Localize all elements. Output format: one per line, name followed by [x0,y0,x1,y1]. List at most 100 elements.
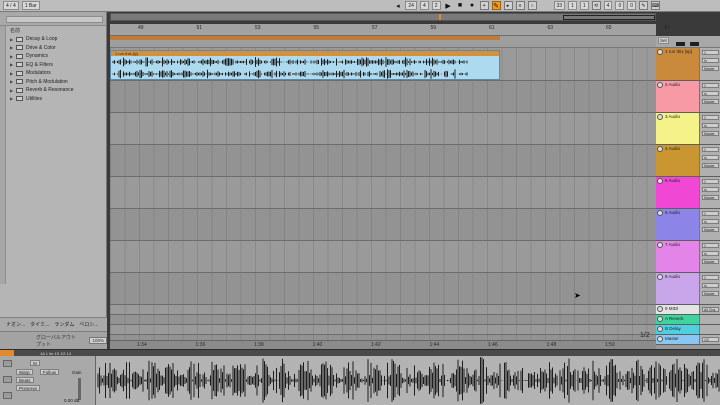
browser-column-header[interactable]: 名前 [10,27,20,34]
track-lane[interactable] [110,325,656,335]
track-io-field[interactable]: 1 [702,211,719,216]
track-io-field[interactable]: Master [702,99,719,104]
track-io-field[interactable]: Master [702,195,719,200]
track-io-field[interactable]: 1 [702,275,719,280]
track-io-field[interactable]: In [702,187,719,192]
set-label[interactable]: Set [658,37,669,44]
track-lane[interactable] [110,81,656,113]
track-title-bar[interactable]: 4 Audio [656,145,699,176]
overview-view-box[interactable] [563,15,655,20]
track-lane[interactable] [110,177,656,209]
track-activator-icon[interactable] [657,274,663,280]
groove-tab[interactable]: タイミ... [30,321,49,328]
loop-length-sixteenths[interactable]: 0 [627,1,636,10]
record-icon[interactable]: ● [468,1,477,10]
quantize-menu[interactable]: 1 Bar [21,1,40,10]
track-title-bar[interactable]: A Reverb [656,315,699,324]
track-activator-icon[interactable] [657,114,663,120]
loop-length-bars[interactable]: 4 [603,1,613,10]
track-io-field[interactable]: Master [702,259,719,264]
browser-category-item[interactable]: ▶ Pitch & Modulation [10,78,104,87]
track-title-bar[interactable]: 3 Audio [656,113,699,144]
global-groove-amount[interactable]: 100% [89,337,107,344]
track-header[interactable]: B Delay [656,325,720,335]
browser-category-item[interactable]: ▶ Reverb & Resonance [10,86,104,95]
time-ruler[interactable]: 1:34 1:36 1:38 1:40 1:42 1:44 1:46 1:48 1:50 [110,340,656,349]
groove-tab[interactable]: ナオン... [6,321,25,328]
sample-waveform-display[interactable] [96,356,720,405]
track-title-bar[interactable]: 9 MIDI [656,305,699,314]
track-header[interactable]: 1 run this [sp] 1 In Master [656,48,720,81]
stop-all-icon[interactable] [690,42,699,46]
track-activator-icon[interactable] [657,146,663,152]
session-record-icon[interactable]: ○ [527,1,537,10]
loop-start-sixteenths[interactable]: 1 [579,1,589,10]
track-io-field[interactable]: 1 [702,50,719,55]
track-activator-icon[interactable] [657,82,663,88]
track-header[interactable]: 4 Audio 1 In Master [656,145,720,177]
loop-brace[interactable] [110,36,500,40]
browser-category-item[interactable]: ▶ EQ & Filters [10,61,104,70]
track-header[interactable]: 7 Audio 1 In Master [656,241,720,273]
audio-clip[interactable]: 1 run this [lp] [110,50,500,80]
track-io-field[interactable]: In [702,91,719,96]
track-io-field[interactable]: In [702,123,719,128]
sample-edit-icon[interactable] [3,376,12,383]
groove-tab[interactable]: ベロシ... [79,321,98,328]
scrub-area[interactable] [110,36,656,48]
track-activator-icon[interactable] [657,336,663,342]
loop-start-bars[interactable]: 33 [553,1,566,10]
track-activator-icon[interactable] [657,178,663,184]
track-io-field[interactable]: 1/2 [702,337,719,342]
track-activator-icon[interactable] [657,306,663,312]
track-io-field[interactable]: In [702,283,719,288]
grid-fraction[interactable]: 1/2 [640,332,650,339]
track-io-field[interactable]: Master [702,163,719,168]
track-title-bar[interactable]: 7 Audio [656,241,699,272]
back-to-arrangement-icon[interactable]: ▸ [503,1,513,10]
track-header[interactable]: 8 Audio 1 In Master [656,273,720,305]
play-icon[interactable]: ▶ [444,1,453,10]
draw-mode-icon[interactable]: ✎ [639,1,648,10]
track-io-field[interactable]: In [702,219,719,224]
overdub-icon[interactable]: + [479,1,489,10]
track-io-field[interactable]: 1 [702,179,719,184]
track-io-field[interactable]: Master [702,227,719,232]
track-io-field[interactable]: Master [702,66,719,71]
track-lane[interactable] [110,305,656,315]
track-io-field[interactable]: All Cha [702,307,719,312]
track-io-field[interactable]: 1 [702,115,719,120]
track-title-bar[interactable]: B Delay [656,325,699,334]
browser-category-item[interactable]: ▶ Dynamics [10,52,104,61]
track-activator-icon[interactable] [657,326,663,332]
track-io-field[interactable]: In [702,251,719,256]
track-title-bar[interactable]: Master [656,335,699,344]
track-header[interactable]: 9 MIDI All Cha [656,305,720,315]
browser-places-strip[interactable] [0,26,6,284]
track-title-bar[interactable]: 2 Audio [656,81,699,112]
track-header[interactable]: Master 1/2 [656,335,720,345]
groove-tab[interactable]: ランダム [54,321,74,328]
beat-time-ruler[interactable]: 4951535557596163656769 [110,24,670,36]
track-io-field[interactable]: 1 [702,243,719,248]
loop-switch-icon[interactable]: ⟲ [591,1,601,10]
preserve-menu[interactable]: Preserve [16,385,41,391]
loop-start-beats[interactable]: 1 [568,1,577,10]
keyboard-midi-icon[interactable]: ⌨ [651,1,660,10]
warp-mode-menu[interactable]: Beats [16,377,34,383]
browser-category-item[interactable]: ▶ Modulators [10,69,104,78]
track-io-field[interactable]: In [702,58,719,63]
track-lane[interactable] [110,241,656,273]
track-lane[interactable] [110,315,656,325]
track-header[interactable]: 5 Audio 1 In Master [656,177,720,209]
track-lane[interactable] [110,113,656,145]
track-title-bar[interactable]: 1 run this [sp] [656,48,699,80]
browser-category-item[interactable]: ▶ Decay & Loop [10,35,104,44]
track-header[interactable]: 3 Audio 1 In Master [656,113,720,145]
arm-all-icon[interactable] [676,42,685,46]
track-io-field[interactable]: 1 [702,83,719,88]
follow-arrow-icon[interactable]: ◂ [393,1,402,10]
arrangement-overview[interactable] [110,13,656,21]
browser-category-item[interactable]: ▶ Utilities [10,95,104,104]
track-activator-icon[interactable] [657,49,663,55]
